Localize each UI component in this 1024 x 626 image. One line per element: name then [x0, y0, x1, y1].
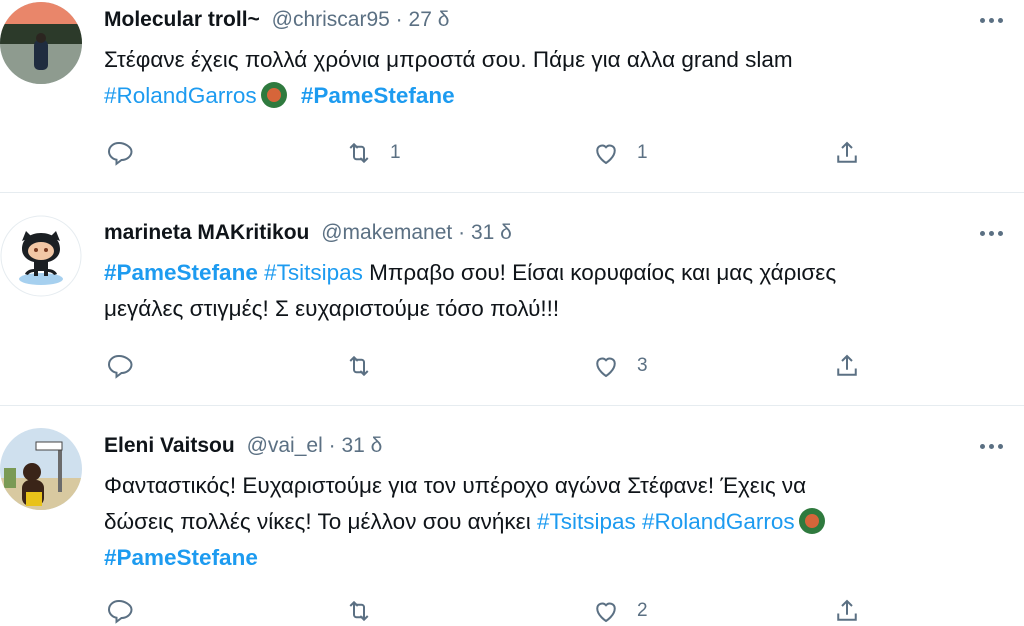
share-icon	[837, 354, 857, 376]
tweet-header: marineta MAKritikou @makemanet · 31 δ	[104, 221, 512, 245]
more-icon[interactable]	[976, 10, 1006, 30]
reply-button[interactable]	[104, 351, 134, 381]
reply-icon	[107, 599, 133, 624]
avatar[interactable]	[0, 2, 82, 84]
avatar[interactable]	[0, 215, 82, 297]
hashtag-link[interactable]: #PameStefane	[301, 83, 455, 108]
tweet-text-body: μεγάλες στιγμές! Σ ευχαριστούμε τόσο πολ…	[104, 296, 560, 321]
tweet-text: Στέφανε έχεις πολλά χρόνια μπροστά σου. …	[104, 42, 1004, 114]
hashtag-link[interactable]: #PameStefane	[104, 545, 258, 570]
tweet-text-body: Στέφανε έχεις πολλά χρόνια μπροστά σου. …	[104, 47, 793, 72]
tweet[interactable]: Molecular troll~ @chriscar95 · 27 δ Στέφ…	[0, 0, 1024, 193]
separator-dot: ·	[395, 8, 403, 31]
retweet-icon	[349, 142, 369, 164]
like-count: 3	[637, 355, 648, 376]
share-button[interactable]	[832, 351, 862, 381]
retweet-icon	[349, 355, 369, 377]
more-icon[interactable]	[976, 436, 1006, 456]
like-button[interactable]: 3	[591, 351, 648, 381]
reply-icon	[107, 141, 133, 166]
share-button[interactable]	[832, 138, 862, 168]
user-handle[interactable]: @chriscar95	[272, 8, 390, 31]
share-icon	[837, 141, 857, 163]
reply-icon	[107, 354, 133, 379]
share-icon	[837, 599, 857, 621]
display-name[interactable]: marineta MAKritikou	[104, 221, 309, 244]
tweet-actions: 1 1	[104, 138, 864, 168]
retweet-button[interactable]: 1	[344, 138, 401, 168]
like-count: 2	[637, 600, 648, 621]
retweet-button[interactable]	[344, 351, 374, 381]
heart-icon	[596, 357, 616, 378]
roland-garros-emoji	[260, 82, 287, 108]
retweet-count: 1	[390, 142, 401, 163]
hashtag-link[interactable]: #RolandGarros	[642, 509, 795, 534]
tweet-actions: 2	[104, 596, 864, 626]
tweet-text: #PameStefane #Tsitsipas Μπραβο σου! Είσα…	[104, 255, 1004, 327]
tweet-text-body: δώσεις πολλές νίκες! Το μέλλον σου ανήκε…	[104, 509, 537, 534]
hashtag-link[interactable]: #PameStefane	[104, 260, 258, 285]
tweet[interactable]: marineta MAKritikou @makemanet · 31 δ #P…	[0, 193, 1024, 406]
display-name[interactable]: Eleni Vaitsou	[104, 434, 235, 457]
like-count: 1	[637, 142, 648, 163]
tweet-header: Eleni Vaitsou @vai_el · 31 δ	[104, 434, 382, 458]
share-button[interactable]	[832, 596, 862, 626]
display-name[interactable]: Molecular troll~	[104, 8, 260, 31]
hashtag-link[interactable]: #Tsitsipas	[537, 509, 636, 534]
retweet-icon	[349, 600, 369, 622]
hashtag-link[interactable]: #Tsitsipas	[264, 260, 363, 285]
roland-garros-emoji	[798, 508, 825, 534]
heart-icon	[596, 602, 616, 623]
timestamp[interactable]: 31 δ	[341, 434, 382, 457]
tweet-text-body: Μπραβο σου! Είσαι κορυφαίος και μας χάρι…	[362, 260, 837, 285]
retweet-button[interactable]	[344, 596, 374, 626]
tweet[interactable]: Eleni Vaitsou @vai_el · 31 δ Φανταστικός…	[0, 406, 1024, 624]
like-button[interactable]: 1	[591, 138, 648, 168]
tweet-actions: 3	[104, 351, 864, 381]
user-handle[interactable]: @vai_el	[247, 434, 323, 457]
reply-button[interactable]	[104, 596, 134, 626]
tweet-header: Molecular troll~ @chriscar95 · 27 δ	[104, 8, 449, 32]
timestamp[interactable]: 31 δ	[471, 221, 512, 244]
reply-button[interactable]	[104, 138, 134, 168]
separator-dot: ·	[328, 434, 336, 457]
heart-icon	[596, 144, 616, 165]
tweet-text-body: Φανταστικός! Ευχαριστούμε για τον υπέροχ…	[104, 473, 807, 498]
more-icon[interactable]	[976, 223, 1006, 243]
hashtag-link[interactable]: #RolandGarros	[104, 83, 257, 108]
tweet-text: Φανταστικός! Ευχαριστούμε για τον υπέροχ…	[104, 468, 1004, 576]
separator-dot: ·	[458, 221, 466, 244]
avatar[interactable]	[0, 428, 82, 510]
like-button[interactable]: 2	[591, 596, 648, 626]
user-handle[interactable]: @makemanet	[321, 221, 452, 244]
timestamp[interactable]: 27 δ	[409, 8, 450, 31]
